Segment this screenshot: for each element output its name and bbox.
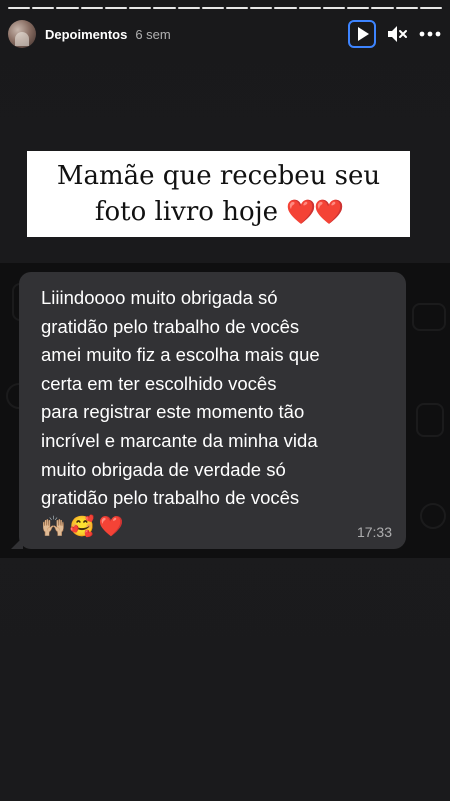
progress-segment <box>371 7 394 9</box>
story-progress-bar <box>8 7 442 10</box>
emoji: ❤️ <box>98 515 124 538</box>
story-header: Depoimentos 6 sem <box>8 20 442 48</box>
progress-segment <box>177 7 200 9</box>
progress-segment <box>80 7 103 9</box>
speaker-muted-icon <box>388 26 407 42</box>
progress-segment <box>225 7 249 9</box>
message-line: amei muito fiz a escolha mais que <box>41 344 320 366</box>
play-icon <box>358 27 369 41</box>
message-line: muito obrigada de verdade só <box>41 458 286 480</box>
progress-segment <box>153 7 176 9</box>
message-text: Liiindoooo muito obrigada só gratidão pel… <box>41 284 392 513</box>
progress-segment <box>8 7 31 9</box>
progress-segment <box>201 7 224 9</box>
hearts-emoji: ❤️❤️ <box>286 198 344 226</box>
progress-segment <box>250 7 273 9</box>
chat-wallpaper-doodle <box>412 303 446 331</box>
profile-username[interactable]: Depoimentos <box>45 27 127 42</box>
emoji: 🙌🏼 <box>41 515 66 538</box>
caption-line-1: Mamãe que recebeu seu <box>56 161 381 191</box>
message-line: Liiindoooo muito obrigada só <box>41 287 278 308</box>
more-horizontal-icon <box>419 31 441 37</box>
chat-message-bubble: Liiindoooo muito obrigada só gratidão pel… <box>11 272 406 549</box>
message-line: para registrar este momento tão <box>41 401 305 423</box>
message-line: gratidão pelo trabalho de vocês <box>41 487 300 509</box>
progress-segment <box>419 7 442 9</box>
message-timestamp: 17:33 <box>356 524 392 540</box>
progress-segment <box>298 7 321 9</box>
chat-wallpaper-doodle <box>420 503 446 529</box>
mute-button[interactable] <box>386 23 408 45</box>
caption-line-2-text: foto livro hoje <box>94 197 279 227</box>
progress-segment <box>274 7 297 9</box>
story-caption: Mamãe que recebeu seu foto livro hoje ❤️… <box>27 151 410 237</box>
story-viewer[interactable]: Depoimentos 6 sem Mamãe que recebeu seu … <box>0 0 450 801</box>
message-line: certa em ter escolhido vocês <box>41 372 277 394</box>
progress-segment <box>104 7 128 9</box>
caption-line-2: foto livro hoje ❤️❤️ <box>94 194 344 230</box>
progress-segment <box>129 7 152 9</box>
message-emojis: 🙌🏼 🥰 ❤️ <box>41 513 392 541</box>
progress-segment <box>395 7 418 9</box>
emoji: 🥰 <box>69 515 95 538</box>
play-button[interactable] <box>348 20 376 48</box>
chat-wallpaper-doodle <box>416 403 444 437</box>
more-options-button[interactable] <box>418 23 442 45</box>
message-line: incrível e marcante da minha vida <box>41 429 318 451</box>
progress-segment <box>56 7 79 9</box>
message-line: gratidão pelo trabalho de vocês <box>41 315 300 337</box>
progress-segment <box>347 7 370 9</box>
progress-segment <box>32 7 55 9</box>
story-timestamp: 6 sem <box>135 26 171 42</box>
progress-segment <box>322 7 346 9</box>
profile-avatar[interactable] <box>8 20 36 48</box>
